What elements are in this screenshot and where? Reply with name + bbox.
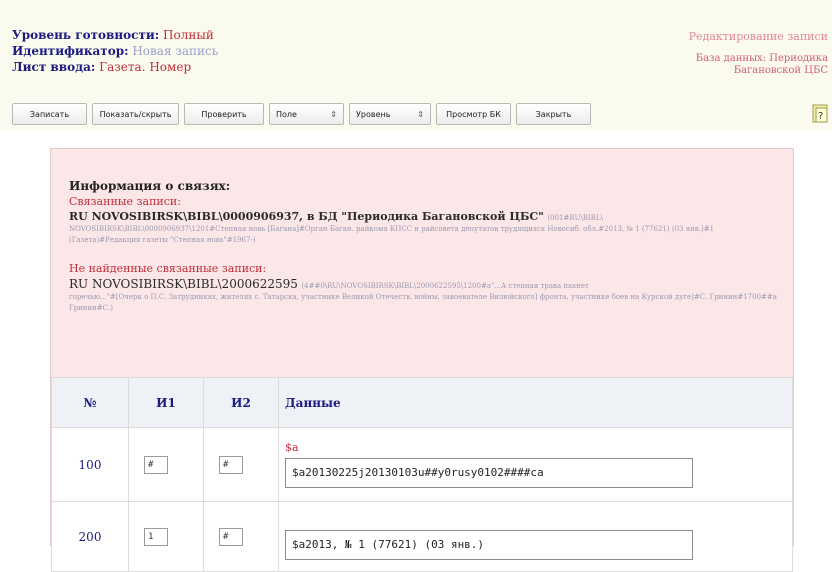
- check-button[interactable]: Проверить: [184, 103, 264, 125]
- close-button[interactable]: Закрыть: [516, 103, 591, 125]
- indicator-1-cell: 1: [128, 501, 204, 572]
- table-row: 200 1 # $a2013, № 1 (77621) (03 янв.): [51, 501, 793, 572]
- data-cell: $a $a20130225j20130103u##y0rusy0102####c…: [278, 427, 793, 502]
- links-heading: Информация о связях:: [69, 179, 231, 193]
- data-input[interactable]: $a2013, № 1 (77621) (03 янв.): [285, 530, 693, 560]
- help-icon[interactable]: ?: [812, 104, 830, 124]
- subfield-label: $a: [285, 441, 299, 454]
- identifier: Идентификатор: Новая запись: [12, 44, 218, 58]
- data-input[interactable]: $a20130225j20130103u##y0rusy0102####ca: [285, 458, 693, 488]
- chevron-updown-icon: ⇕: [417, 109, 424, 119]
- not-found-record: RU NOVOSIBIRSK\BIBL\2000622595 (4##0\RU\…: [69, 277, 793, 292]
- table-header-row: № И1 И2 Данные: [51, 377, 793, 428]
- indicator-2-cell: #: [203, 427, 279, 502]
- table-row: 100 # # $a $a20130225j20130103u##y0rusy0…: [51, 427, 793, 502]
- save-button[interactable]: Записать: [12, 103, 87, 125]
- toolbar: Записать Показать/скрыть Проверить Поле …: [12, 103, 591, 125]
- indicator-2-cell: #: [203, 501, 279, 572]
- indicator-2-input[interactable]: #: [219, 527, 243, 546]
- related-record: RU NOVOSIBIRSK\BIBL\0000906937, в БД "Пе…: [69, 210, 793, 224]
- not-found-records-label: Не найденные связанные записи:: [69, 262, 267, 275]
- related-record-details: NOVOSIBIRSK\BIBL\0000906937\1201#Степная…: [69, 225, 715, 244]
- field-select[interactable]: Поле ⇕: [269, 103, 344, 125]
- related-records-label: Связанные записи:: [69, 195, 181, 208]
- record-editor-panel: Информация о связях: Связанные записи: R…: [50, 148, 794, 572]
- column-header-i1: И1: [128, 377, 204, 428]
- readiness-label: Уровень готовности:: [12, 28, 160, 42]
- identifier-label: Идентификатор:: [12, 44, 129, 58]
- database-line-1: База данных: Периодика: [695, 53, 828, 64]
- fields-table: № И1 И2 Данные 100 # # $a $a20130225j201…: [51, 377, 793, 572]
- not-found-record-tail: (4##0\RU\NOVOSIBIRSK\BIBL\2000622595\120…: [301, 282, 589, 290]
- data-cell: $a2013, № 1 (77621) (03 янв.): [278, 501, 793, 572]
- field-tag: 200: [51, 501, 129, 572]
- edit-record-title: Редактирование записи: [688, 30, 828, 43]
- identifier-value: Новая запись: [132, 44, 219, 58]
- subfield-label: [285, 513, 784, 527]
- indicator-1-input[interactable]: 1: [144, 527, 168, 546]
- level-select[interactable]: Уровень ⇕: [349, 103, 431, 125]
- indicator-1-cell: #: [128, 427, 204, 502]
- links-info: Информация о связях: Связанные записи: R…: [51, 149, 793, 377]
- readiness-level: Уровень готовности: Полный: [12, 28, 214, 42]
- input-sheet-label: Лист ввода:: [12, 60, 96, 74]
- input-sheet-value: Газета. Номер: [99, 60, 192, 74]
- indicator-2-input[interactable]: #: [219, 455, 243, 474]
- field-tag: 100: [51, 427, 129, 502]
- related-record-tail: (001#RU\BIBL\: [547, 214, 603, 222]
- svg-text:?: ?: [818, 111, 823, 122]
- level-select-label: Уровень: [356, 109, 391, 119]
- chevron-updown-icon: ⇕: [330, 109, 337, 119]
- view-bk-button[interactable]: Просмотр БК: [436, 103, 511, 125]
- readiness-value: Полный: [163, 28, 214, 42]
- not-found-record-id[interactable]: RU NOVOSIBIRSK\BIBL\2000622595: [69, 277, 298, 291]
- not-found-record-details: горечью..."#[Очерк о П.С. Затрудниках, ж…: [69, 293, 777, 312]
- database-line-2: Багановской ЦБС: [733, 65, 828, 76]
- record-header: Уровень готовности: Полный Идентификатор…: [0, 0, 832, 130]
- column-header-data: Данные: [278, 377, 793, 428]
- column-header-num: №: [51, 377, 129, 428]
- related-record-id[interactable]: RU NOVOSIBIRSK\BIBL\0000906937, в БД "Пе…: [69, 210, 544, 223]
- indicator-1-input[interactable]: #: [144, 455, 168, 474]
- input-sheet: Лист ввода: Газета. Номер: [12, 60, 191, 74]
- field-select-label: Поле: [276, 109, 297, 119]
- show-hide-button[interactable]: Показать/скрыть: [92, 103, 179, 125]
- column-header-i2: И2: [203, 377, 279, 428]
